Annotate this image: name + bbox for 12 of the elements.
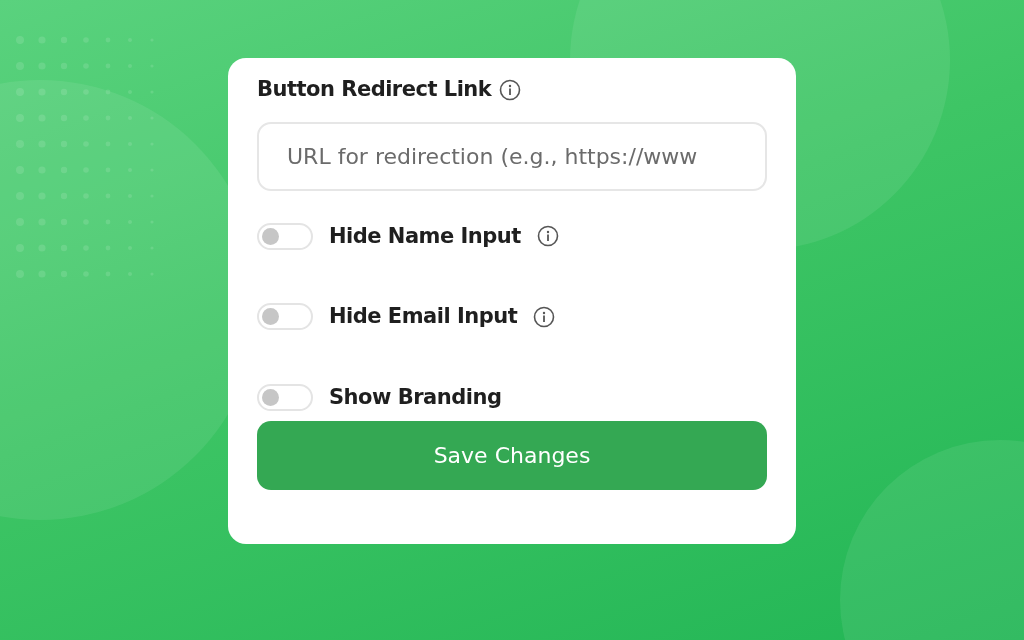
toggle-switch[interactable] xyxy=(257,222,313,250)
toggle-label: Hide Email Input xyxy=(329,303,518,330)
toggle-label: Show Branding xyxy=(329,383,502,411)
toggle-switch[interactable] xyxy=(257,303,313,331)
url-input-field[interactable]: URL for redirection (e.g., https://www xyxy=(257,121,767,191)
info-icon[interactable] xyxy=(499,78,522,101)
toggle-label: Hide Name Input xyxy=(329,222,521,250)
info-icon[interactable] xyxy=(536,225,559,248)
save-button[interactable]: Save Changes xyxy=(257,421,767,490)
toggle-switch[interactable] xyxy=(257,383,313,411)
field-label: Button Redirect Link xyxy=(257,76,492,103)
info-icon[interactable] xyxy=(533,305,556,328)
